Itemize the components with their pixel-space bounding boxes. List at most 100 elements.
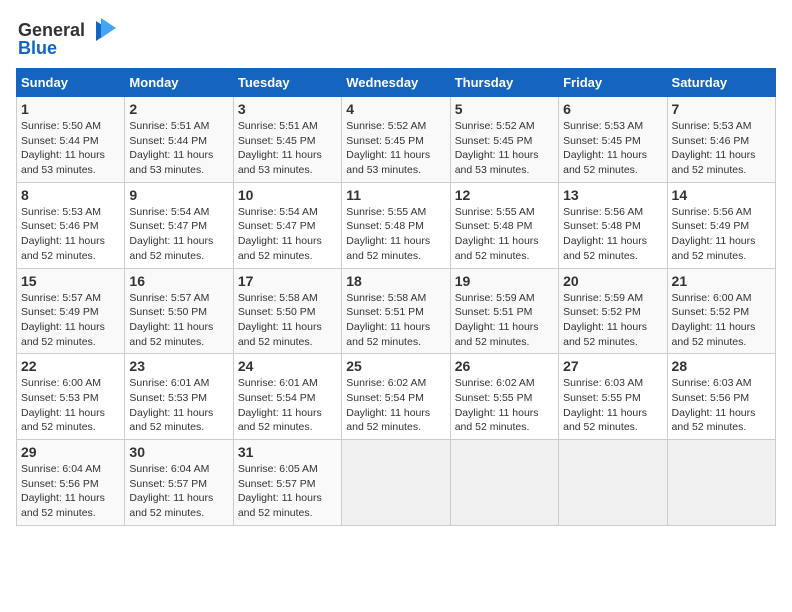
calendar-cell: 4Sunrise: 5:52 AM Sunset: 5:45 PM Daylig… bbox=[342, 97, 450, 183]
calendar-cell: 8 Sunrise: 5:53 AM Sunset: 5:46 PM Daylig… bbox=[17, 182, 125, 268]
calendar-header-row: SundayMondayTuesdayWednesdayThursdayFrid… bbox=[17, 69, 776, 97]
day-info: Sunrise: 6:04 AM Sunset: 5:56 PM Dayligh… bbox=[21, 462, 120, 521]
calendar-cell: 18 Sunrise: 5:58 AM Sunset: 5:51 PM Dayli… bbox=[342, 268, 450, 354]
calendar-cell: 17 Sunrise: 5:58 AM Sunset: 5:50 PM Dayli… bbox=[233, 268, 341, 354]
calendar-cell: 5 Sunrise: 5:52 AM Sunset: 5:45 PM Daylig… bbox=[450, 97, 558, 183]
calendar-week-2: 8 Sunrise: 5:53 AM Sunset: 5:46 PM Daylig… bbox=[17, 182, 776, 268]
calendar-cell: 13 Sunrise: 5:56 AM Sunset: 5:48 PM Dayli… bbox=[559, 182, 667, 268]
calendar-cell: 28 Sunrise: 6:03 AM Sunset: 5:56 PM Dayli… bbox=[667, 354, 775, 440]
day-number: 21 bbox=[672, 273, 771, 289]
day-info: Sunrise: 5:57 AM Sunset: 5:50 PM Dayligh… bbox=[129, 291, 228, 350]
day-info: Sunrise: 5:51 AM Sunset: 5:45 PM Dayligh… bbox=[238, 119, 337, 178]
day-info: Sunrise: 6:02 AM Sunset: 5:55 PM Dayligh… bbox=[455, 376, 554, 435]
day-number: 17 bbox=[238, 273, 337, 289]
day-number: 6 bbox=[563, 101, 662, 117]
day-number: 27 bbox=[563, 358, 662, 374]
day-number: 9 bbox=[129, 187, 228, 203]
day-number: 7 bbox=[672, 101, 771, 117]
day-info: Sunrise: 5:54 AM Sunset: 5:47 PM Dayligh… bbox=[238, 205, 337, 264]
day-number: 26 bbox=[455, 358, 554, 374]
calendar-cell: 26 Sunrise: 6:02 AM Sunset: 5:55 PM Dayli… bbox=[450, 354, 558, 440]
header-thursday: Thursday bbox=[450, 69, 558, 97]
day-number: 13 bbox=[563, 187, 662, 203]
day-info: Sunrise: 6:05 AM Sunset: 5:57 PM Dayligh… bbox=[238, 462, 337, 521]
day-number: 29 bbox=[21, 444, 120, 460]
calendar-cell: 15 Sunrise: 5:57 AM Sunset: 5:49 PM Dayli… bbox=[17, 268, 125, 354]
day-number: 18 bbox=[346, 273, 445, 289]
calendar-week-4: 22 Sunrise: 6:00 AM Sunset: 5:53 PM Dayli… bbox=[17, 354, 776, 440]
day-number: 10 bbox=[238, 187, 337, 203]
day-info: Sunrise: 5:50 AM Sunset: 5:44 PM Dayligh… bbox=[21, 119, 120, 178]
svg-text:Blue: Blue bbox=[18, 38, 57, 56]
calendar-cell: 6 Sunrise: 5:53 AM Sunset: 5:45 PM Daylig… bbox=[559, 97, 667, 183]
day-number: 4 bbox=[346, 101, 445, 117]
calendar-cell: 30 Sunrise: 6:04 AM Sunset: 5:57 PM Dayli… bbox=[125, 440, 233, 526]
calendar-cell: 24Sunrise: 6:01 AM Sunset: 5:54 PM Dayli… bbox=[233, 354, 341, 440]
calendar-cell: 22 Sunrise: 6:00 AM Sunset: 5:53 PM Dayli… bbox=[17, 354, 125, 440]
day-number: 16 bbox=[129, 273, 228, 289]
day-number: 28 bbox=[672, 358, 771, 374]
calendar-cell: 3 Sunrise: 5:51 AM Sunset: 5:45 PM Daylig… bbox=[233, 97, 341, 183]
day-info: Sunrise: 5:59 AM Sunset: 5:51 PM Dayligh… bbox=[455, 291, 554, 350]
day-info: Sunrise: 5:56 AM Sunset: 5:48 PM Dayligh… bbox=[563, 205, 662, 264]
calendar-cell: 31 Sunrise: 6:05 AM Sunset: 5:57 PM Dayli… bbox=[233, 440, 341, 526]
day-info: Sunrise: 5:59 AM Sunset: 5:52 PM Dayligh… bbox=[563, 291, 662, 350]
day-info: Sunrise: 6:03 AM Sunset: 5:55 PM Dayligh… bbox=[563, 376, 662, 435]
day-info: Sunrise: 6:02 AM Sunset: 5:54 PM Dayligh… bbox=[346, 376, 445, 435]
day-number: 23 bbox=[129, 358, 228, 374]
header-friday: Friday bbox=[559, 69, 667, 97]
day-number: 30 bbox=[129, 444, 228, 460]
day-number: 11 bbox=[346, 187, 445, 203]
day-info: Sunrise: 5:52 AM Sunset: 5:45 PM Dayligh… bbox=[455, 119, 554, 178]
day-number: 2 bbox=[129, 101, 228, 117]
header-monday: Monday bbox=[125, 69, 233, 97]
day-info: Sunrise: 5:53 AM Sunset: 5:45 PM Dayligh… bbox=[563, 119, 662, 178]
day-info: Sunrise: 5:56 AM Sunset: 5:49 PM Dayligh… bbox=[672, 205, 771, 264]
day-number: 31 bbox=[238, 444, 337, 460]
calendar-cell bbox=[667, 440, 775, 526]
calendar-cell: 7 Sunrise: 5:53 AM Sunset: 5:46 PM Daylig… bbox=[667, 97, 775, 183]
calendar-cell bbox=[342, 440, 450, 526]
day-number: 3 bbox=[238, 101, 337, 117]
calendar-cell: 1 Sunrise: 5:50 AM Sunset: 5:44 PM Daylig… bbox=[17, 97, 125, 183]
header-saturday: Saturday bbox=[667, 69, 775, 97]
calendar-cell: 20 Sunrise: 5:59 AM Sunset: 5:52 PM Dayli… bbox=[559, 268, 667, 354]
day-number: 15 bbox=[21, 273, 120, 289]
day-number: 1 bbox=[21, 101, 120, 117]
day-info: Sunrise: 6:04 AM Sunset: 5:57 PM Dayligh… bbox=[129, 462, 228, 521]
calendar-cell: 12Sunrise: 5:55 AM Sunset: 5:48 PM Dayli… bbox=[450, 182, 558, 268]
day-info: Sunrise: 5:53 AM Sunset: 5:46 PM Dayligh… bbox=[21, 205, 120, 264]
svg-text:General: General bbox=[18, 20, 85, 40]
day-number: 22 bbox=[21, 358, 120, 374]
header-sunday: Sunday bbox=[17, 69, 125, 97]
logo-icon: General Blue bbox=[16, 16, 116, 56]
day-number: 5 bbox=[455, 101, 554, 117]
calendar-cell: 11 Sunrise: 5:55 AM Sunset: 5:48 PM Dayli… bbox=[342, 182, 450, 268]
day-info: Sunrise: 5:55 AM Sunset: 5:48 PM Dayligh… bbox=[346, 205, 445, 264]
day-info: Sunrise: 6:01 AM Sunset: 5:53 PM Dayligh… bbox=[129, 376, 228, 435]
day-info: Sunrise: 6:03 AM Sunset: 5:56 PM Dayligh… bbox=[672, 376, 771, 435]
calendar-cell: 19 Sunrise: 5:59 AM Sunset: 5:51 PM Dayli… bbox=[450, 268, 558, 354]
day-number: 25 bbox=[346, 358, 445, 374]
day-number: 14 bbox=[672, 187, 771, 203]
calendar-cell: 23 Sunrise: 6:01 AM Sunset: 5:53 PM Dayli… bbox=[125, 354, 233, 440]
calendar-cell: 14 Sunrise: 5:56 AM Sunset: 5:49 PM Dayli… bbox=[667, 182, 775, 268]
day-info: Sunrise: 5:57 AM Sunset: 5:49 PM Dayligh… bbox=[21, 291, 120, 350]
day-info: Sunrise: 6:00 AM Sunset: 5:52 PM Dayligh… bbox=[672, 291, 771, 350]
day-info: Sunrise: 5:58 AM Sunset: 5:51 PM Dayligh… bbox=[346, 291, 445, 350]
day-info: Sunrise: 5:51 AM Sunset: 5:44 PM Dayligh… bbox=[129, 119, 228, 178]
day-info: Sunrise: 6:01 AM Sunset: 5:54 PM Dayligh… bbox=[238, 376, 337, 435]
calendar-week-5: 29 Sunrise: 6:04 AM Sunset: 5:56 PM Dayli… bbox=[17, 440, 776, 526]
day-info: Sunrise: 5:58 AM Sunset: 5:50 PM Dayligh… bbox=[238, 291, 337, 350]
day-info: Sunrise: 5:54 AM Sunset: 5:47 PM Dayligh… bbox=[129, 205, 228, 264]
header-tuesday: Tuesday bbox=[233, 69, 341, 97]
page-header: General Blue bbox=[16, 16, 776, 56]
calendar-cell: 2 Sunrise: 5:51 AM Sunset: 5:44 PM Daylig… bbox=[125, 97, 233, 183]
day-number: 20 bbox=[563, 273, 662, 289]
day-info: Sunrise: 6:00 AM Sunset: 5:53 PM Dayligh… bbox=[21, 376, 120, 435]
calendar-cell: 16 Sunrise: 5:57 AM Sunset: 5:50 PM Dayli… bbox=[125, 268, 233, 354]
header-wednesday: Wednesday bbox=[342, 69, 450, 97]
day-info: Sunrise: 5:53 AM Sunset: 5:46 PM Dayligh… bbox=[672, 119, 771, 178]
day-number: 19 bbox=[455, 273, 554, 289]
day-number: 8 bbox=[21, 187, 120, 203]
